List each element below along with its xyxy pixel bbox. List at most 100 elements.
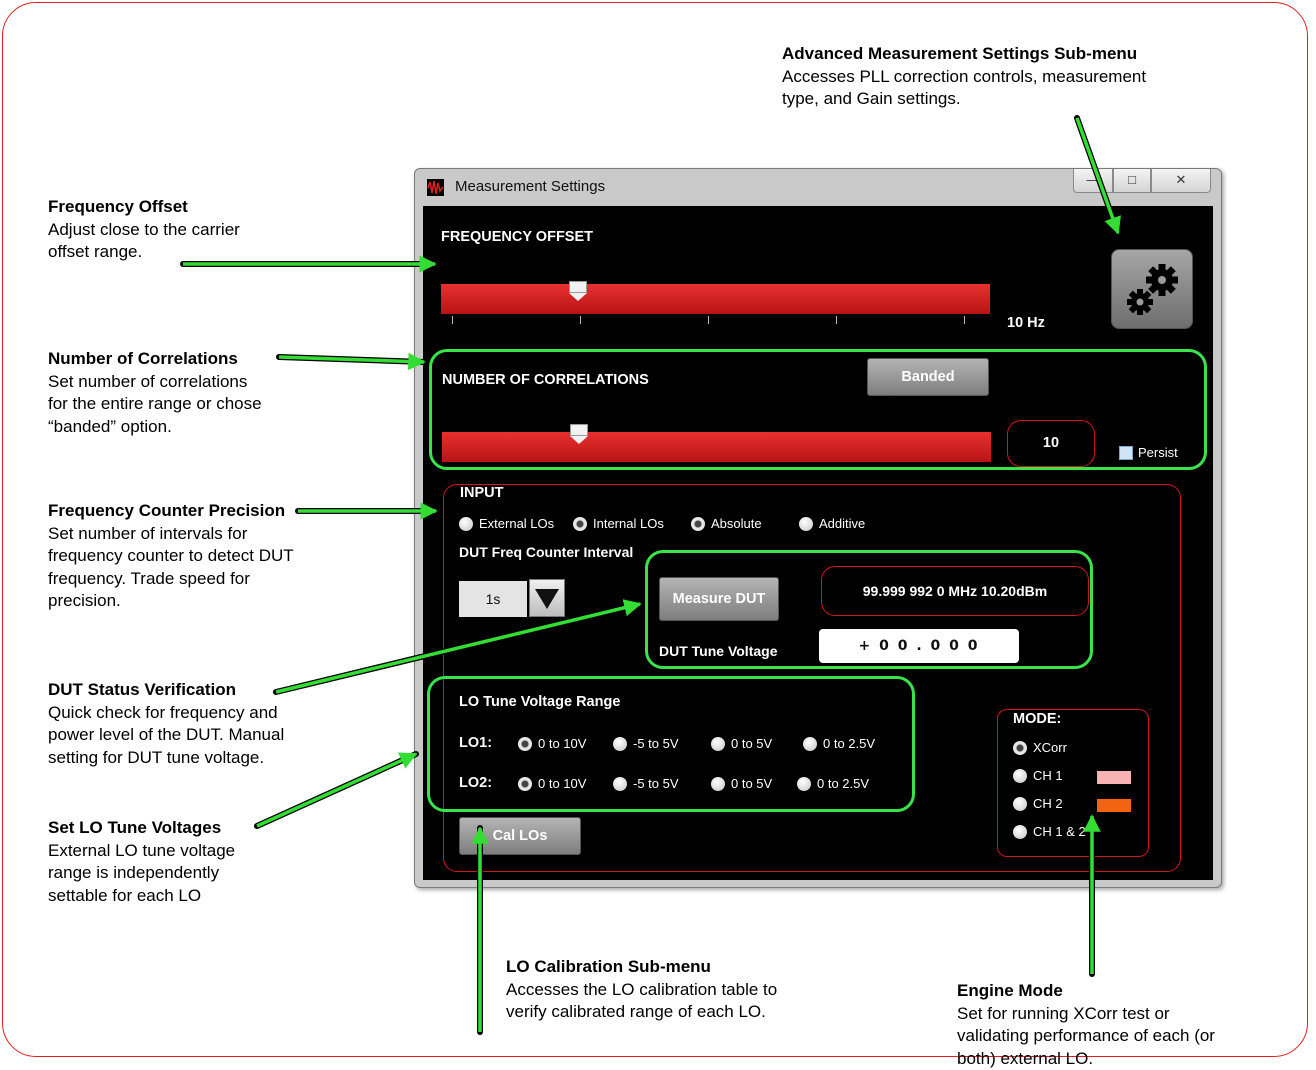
slider-tick [964, 316, 965, 324]
mode-ch1-and-2[interactable]: CH 1 & 2 [1013, 824, 1086, 839]
lo2-option-0-2-5v[interactable]: 0 to 2.5V [797, 776, 869, 791]
dropdown-arrow-icon [530, 580, 564, 616]
minimize-button[interactable]: — [1073, 169, 1113, 193]
radio-label: 0 to 2.5V [823, 736, 875, 751]
radio-dot [613, 737, 627, 751]
frequency-offset-value: 10 Hz [1007, 315, 1045, 331]
app-waveform-icon [427, 179, 444, 196]
annotation-line: frequency. Trade speed for [48, 568, 294, 591]
annotation-title: Number of Correlations [48, 348, 262, 371]
window-title: Measurement Settings [455, 178, 605, 195]
annotation-line: External LO tune voltage [48, 840, 235, 863]
dut-readout: 99.999 992 0 MHz 10.20dBm [821, 566, 1089, 616]
correlations-value-field[interactable]: 10 [1007, 420, 1095, 467]
radio-dot [1013, 769, 1027, 783]
annotation-line: precision. [48, 590, 294, 613]
radio-external-los[interactable]: External LOs [459, 516, 554, 531]
slider-thumb-pointer [569, 293, 587, 301]
radio-dot [518, 737, 532, 751]
annotation-line: for the entire range or chose [48, 393, 262, 416]
radio-label: 0 to 5V [731, 736, 772, 751]
title-bar[interactable]: Measurement Settings — □ ✕ [415, 169, 1221, 205]
annotation-line: verify calibrated range of each LO. [506, 1001, 777, 1024]
measurement-settings-window: Measurement Settings — □ ✕ FREQUENCY OFF… [414, 168, 1222, 888]
annotation-line: frequency counter to detect DUT [48, 545, 294, 568]
lo2-option-0-5v[interactable]: 0 to 5V [711, 776, 772, 791]
radio-dot [691, 517, 705, 531]
annotation-line: Quick check for frequency and [48, 702, 284, 725]
annotation-line: Set number of intervals for [48, 523, 294, 546]
close-button[interactable]: ✕ [1151, 169, 1211, 193]
annotation-title: Frequency Counter Precision [48, 500, 294, 523]
lo1-option-0-5v[interactable]: 0 to 5V [711, 736, 772, 751]
annotation-line: Set number of correlations [48, 371, 262, 394]
dropdown-arrow-button[interactable] [529, 579, 565, 617]
annotation-line: settable for each LO [48, 885, 235, 908]
annotation-title: DUT Status Verification [48, 679, 284, 702]
slider-tick [708, 316, 709, 324]
radio-additive[interactable]: Additive [799, 516, 865, 531]
radio-label: External LOs [479, 516, 554, 531]
radio-absolute[interactable]: Absolute [691, 516, 762, 531]
annotation-line: offset range. [48, 241, 240, 264]
cal-los-button[interactable]: Cal LOs [459, 817, 581, 855]
annotation-line: Accesses the LO calibration table to [506, 979, 777, 1002]
persist-checkbox[interactable] [1119, 446, 1133, 460]
banded-button[interactable]: Banded [867, 358, 989, 396]
radio-label: CH 1 [1033, 768, 1063, 783]
advanced-settings-button[interactable] [1111, 249, 1193, 329]
dut-tune-voltage-label: DUT Tune Voltage [659, 643, 777, 659]
slider-thumb-pointer [570, 436, 588, 444]
lo1-option-0-2-5v[interactable]: 0 to 2.5V [803, 736, 875, 751]
radio-label: -5 to 5V [633, 736, 679, 751]
mode-ch1[interactable]: CH 1 [1013, 768, 1063, 783]
annotation-line: “banded” option. [48, 416, 262, 439]
dut-tune-voltage-field[interactable]: + 0 0 . 0 0 0 [819, 629, 1019, 663]
counter-interval-select[interactable]: 1s [459, 581, 527, 617]
radio-dot [711, 737, 725, 751]
window-client-area: FREQUENCY OFFSET 10 Hz [423, 206, 1213, 880]
annotation-frequency-offset: Frequency Offset Adjust close to the car… [48, 196, 240, 264]
lo1-option-minus5-5v[interactable]: -5 to 5V [613, 736, 679, 751]
annotation-line: setting for DUT tune voltage. [48, 747, 284, 770]
lo1-option-0-10v[interactable]: 0 to 10V [518, 736, 586, 751]
radio-label: 0 to 2.5V [817, 776, 869, 791]
persist-label: Persist [1138, 445, 1178, 460]
lo2-label: LO2: [459, 775, 492, 791]
mode-xcorr[interactable]: XCorr [1013, 740, 1067, 755]
radio-dot [803, 737, 817, 751]
annotation-line: range is independently [48, 862, 235, 885]
slider-tick [452, 316, 453, 324]
annotation-line: Accesses PLL correction controls, measur… [782, 66, 1146, 89]
correlations-slider[interactable] [442, 432, 991, 462]
radio-dot [797, 777, 811, 791]
radio-label: Additive [819, 516, 865, 531]
radio-dot [518, 777, 532, 791]
maximize-button[interactable]: □ [1113, 169, 1151, 193]
radio-dot [1013, 741, 1027, 755]
frequency-offset-slider[interactable] [441, 284, 990, 314]
gear-icon [1112, 250, 1192, 328]
annotation-dut-status: DUT Status Verification Quick check for … [48, 679, 284, 769]
annotation-lo-tune-voltages: Set LO Tune Voltages External LO tune vo… [48, 817, 235, 907]
radio-label: -5 to 5V [633, 776, 679, 791]
radio-label: 0 to 5V [731, 776, 772, 791]
radio-internal-los[interactable]: Internal LOs [573, 516, 664, 531]
annotation-title: Engine Mode [957, 980, 1215, 1003]
radio-dot [799, 517, 813, 531]
lo2-option-minus5-5v[interactable]: -5 to 5V [613, 776, 679, 791]
radio-label: 0 to 10V [538, 776, 586, 791]
annotation-line: Adjust close to the carrier [48, 219, 240, 242]
radio-label: XCorr [1033, 740, 1067, 755]
radio-label: Internal LOs [593, 516, 664, 531]
lo2-option-0-10v[interactable]: 0 to 10V [518, 776, 586, 791]
ch2-color-swatch [1097, 799, 1131, 812]
measure-dut-button[interactable]: Measure DUT [659, 577, 779, 621]
annotation-number-of-correlations: Number of Correlations Set number of cor… [48, 348, 262, 438]
annotation-title: Set LO Tune Voltages [48, 817, 235, 840]
radio-dot [1013, 825, 1027, 839]
annotation-lo-calibration: LO Calibration Sub-menu Accesses the LO … [506, 956, 777, 1024]
mode-ch2[interactable]: CH 2 [1013, 796, 1063, 811]
counter-interval-label: DUT Freq Counter Interval [459, 544, 633, 560]
annotation-line: both) external LO. [957, 1048, 1215, 1070]
